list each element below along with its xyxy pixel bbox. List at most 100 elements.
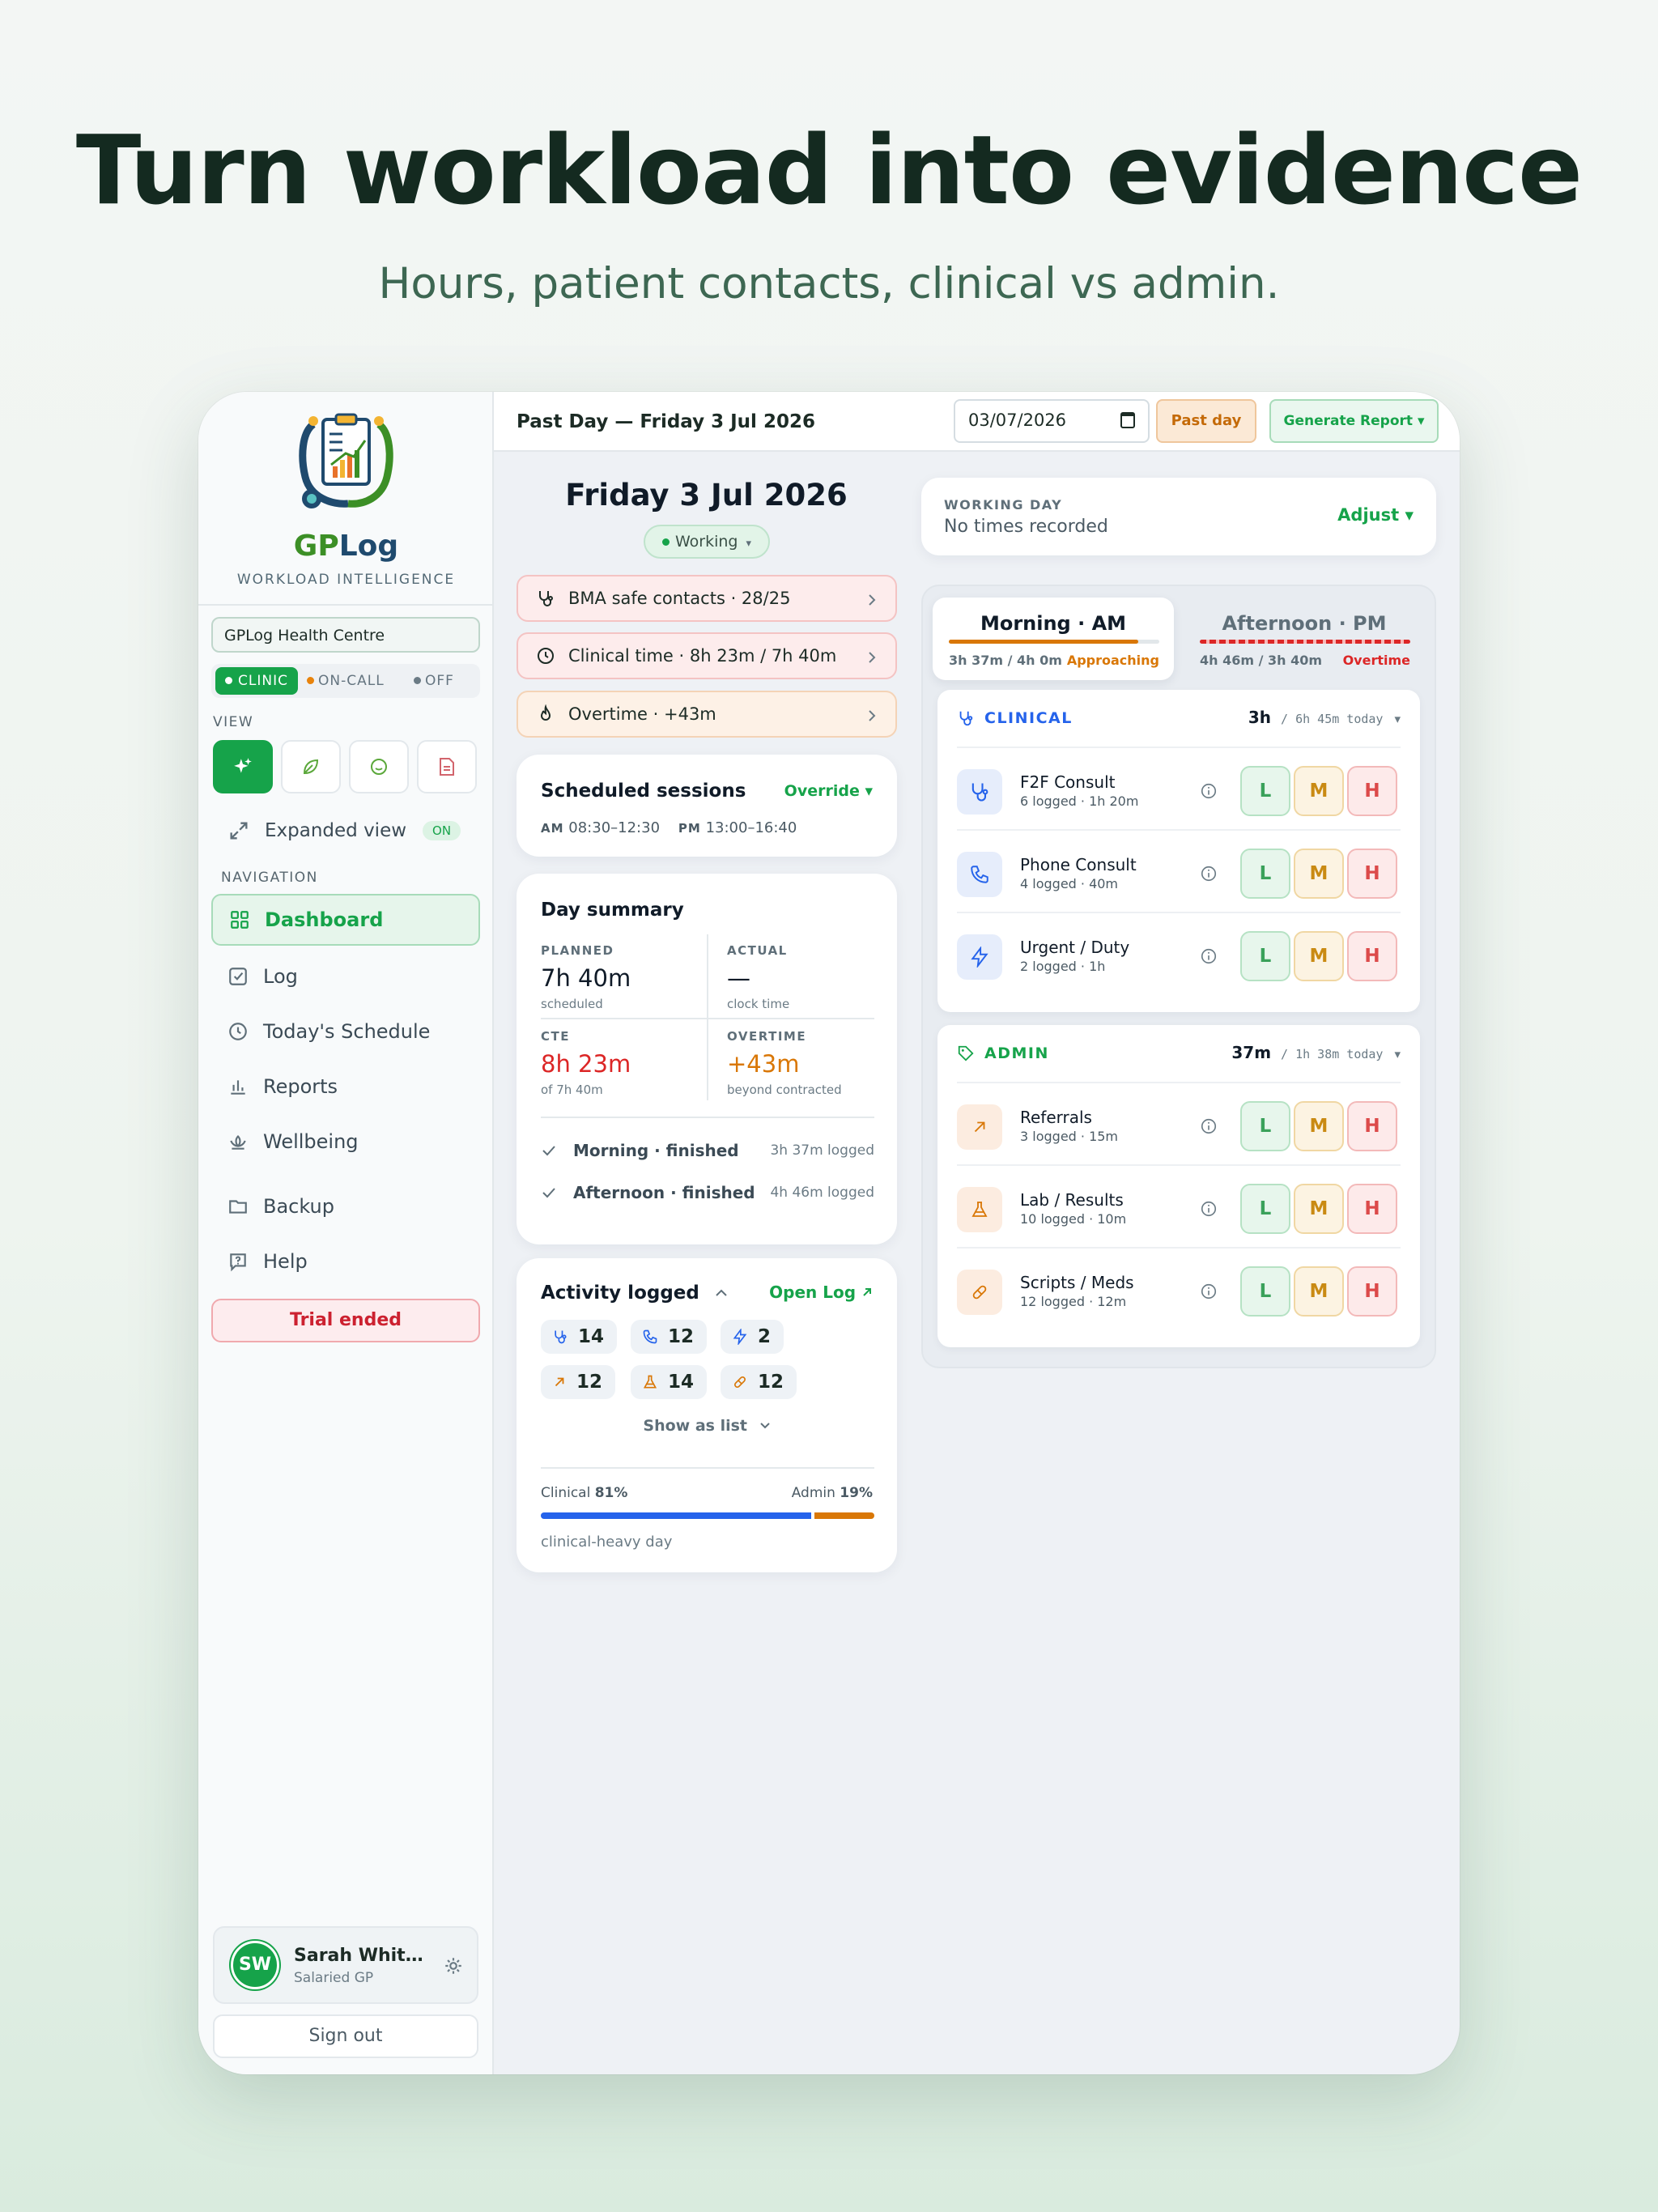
log-medium-button[interactable]: M <box>1294 766 1344 816</box>
log-medium-button[interactable]: M <box>1294 1101 1344 1151</box>
expanded-view-badge: ON <box>423 821 461 840</box>
info-icon[interactable] <box>1200 1283 1218 1300</box>
log-medium-button[interactable]: M <box>1294 931 1344 981</box>
info-icon[interactable] <box>1200 1200 1218 1218</box>
log-medium-button[interactable]: M <box>1294 849 1344 899</box>
lightning-icon <box>733 1329 747 1345</box>
tab-morning-status: Approaching <box>1066 653 1159 668</box>
info-icon[interactable] <box>1200 1117 1218 1135</box>
bar-chart-icon <box>231 1080 245 1095</box>
arrow-up-right-icon <box>555 1377 564 1387</box>
log-low-button[interactable]: L <box>1240 1184 1290 1234</box>
sidebar: GPLog WORKLOAD INTELLIGENCE GPLog Health… <box>198 392 494 2074</box>
adjust-button[interactable]: Adjust ▾ <box>1337 505 1414 525</box>
nav-dashboard[interactable]: Dashboard <box>211 894 480 946</box>
count-chip-lab[interactable]: 14 <box>631 1365 708 1399</box>
info-icon[interactable] <box>1200 782 1218 800</box>
override-button[interactable]: Override ▾ <box>784 782 873 800</box>
date-input[interactable]: 03/07/2026 <box>954 399 1150 443</box>
log-low-button[interactable]: L <box>1240 1266 1290 1317</box>
user-profile-card[interactable]: SW Sarah Whitfi... Salaried GP <box>213 1926 478 2004</box>
user-role: Salaried GP <box>294 1970 374 1986</box>
hero-title: Turn workload into evidence <box>75 114 1583 226</box>
count-chip-referrals[interactable]: 12 <box>541 1365 616 1399</box>
clinical-total: 3h / 6h 45m today ▾ <box>1248 708 1401 727</box>
view-smile-button[interactable] <box>349 740 409 793</box>
activity-row-f2f: F2F Consult 6 logged · 1h 20m L M H <box>957 747 1401 829</box>
admin-title: ADMIN <box>984 1044 1049 1062</box>
overtime-value: +43m <box>727 1050 800 1078</box>
activity-row-referrals: Referrals 3 logged · 15m L M H <box>957 1082 1401 1164</box>
mode-clinic[interactable]: CLINIC <box>215 667 298 695</box>
log-high-button[interactable]: H <box>1347 1266 1397 1317</box>
calendar-icon[interactable] <box>1120 412 1135 428</box>
nav-log[interactable]: Log <box>211 951 480 1002</box>
admin-total: 37m / 1h 38m today ▾ <box>1231 1043 1401 1062</box>
generate-report-button[interactable]: Generate Report ▾ <box>1269 399 1439 443</box>
log-low-button[interactable]: L <box>1240 1101 1290 1151</box>
view-sparkle-button[interactable] <box>213 740 273 793</box>
log-high-button[interactable]: H <box>1347 931 1397 981</box>
user-name: Sarah Whitfi... <box>294 1946 427 1966</box>
admin-share: Admin 19% <box>792 1485 873 1501</box>
log-low-button[interactable]: L <box>1240 931 1290 981</box>
working-day-card: WORKING DAY No times recorded Adjust ▾ <box>921 478 1436 555</box>
view-leaf-button[interactable] <box>281 740 341 793</box>
brand-name: GPLog <box>198 530 494 563</box>
alert-clinical-time[interactable]: Clinical time · 8h 23m / 7h 40m <box>517 632 897 679</box>
log-medium-button[interactable]: M <box>1294 1266 1344 1317</box>
nav-reports[interactable]: Reports <box>211 1061 480 1112</box>
nav-todays-schedule[interactable]: Today's Schedule <box>211 1006 480 1057</box>
tab-afternoon[interactable]: Afternoon · PM 4h 46m / 3h 40m Overtime <box>1184 598 1425 680</box>
chevron-right-icon <box>869 652 876 663</box>
open-log-link[interactable]: Open Log <box>769 1283 873 1302</box>
cte-stat: CTE 8h 23m of 7h 40m <box>541 1029 703 1097</box>
mode-off[interactable]: OFF <box>414 667 454 695</box>
sign-out-button[interactable]: Sign out <box>213 2014 478 2058</box>
nav-wellbeing[interactable]: Wellbeing <box>211 1116 480 1168</box>
navigation-section-label: NAVIGATION <box>221 870 318 886</box>
admin-header[interactable]: ADMIN <box>957 1044 1049 1062</box>
tab-morning-title: Morning · AM <box>980 612 1127 635</box>
mode-clinic-label: CLINIC <box>238 673 288 689</box>
alert-overtime[interactable]: Overtime · +43m <box>517 691 897 738</box>
app-window: GPLog WORKLOAD INTELLIGENCE GPLog Health… <box>198 392 1460 2074</box>
gear-icon[interactable] <box>443 1955 464 1976</box>
count-chip-f2f[interactable]: 14 <box>541 1320 618 1354</box>
working-status-dropdown[interactable]: Working ▾ <box>644 525 770 559</box>
info-icon[interactable] <box>1200 865 1218 883</box>
show-as-list-toggle[interactable]: Show as list <box>517 1417 897 1435</box>
trial-ended-button[interactable]: Trial ended <box>211 1299 480 1342</box>
nav-help[interactable]: Help <box>211 1236 480 1287</box>
past-day-badge[interactable]: Past day <box>1156 399 1256 443</box>
count-chip-scripts[interactable]: 12 <box>721 1365 797 1399</box>
tab-morning[interactable]: Morning · AM 3h 37m / 4h 0m Approaching <box>933 598 1174 680</box>
activity-title-label: Activity logged <box>541 1283 699 1304</box>
clinical-header[interactable]: CLINICAL <box>957 709 1073 727</box>
help-icon <box>230 1253 246 1272</box>
count-chip-phone[interactable]: 12 <box>631 1320 708 1354</box>
log-medium-button[interactable]: M <box>1294 1184 1344 1234</box>
chevron-down-icon[interactable]: ▾ <box>1394 1047 1401 1061</box>
nav-backup[interactable]: Backup <box>211 1180 480 1232</box>
expanded-view-toggle[interactable]: Expanded view ON <box>227 815 487 847</box>
chevron-down-icon[interactable]: ▾ <box>1394 712 1401 726</box>
log-low-button[interactable]: L <box>1240 766 1290 816</box>
brand-gp: GP <box>293 530 339 563</box>
log-high-button[interactable]: H <box>1347 1101 1397 1151</box>
log-low-button[interactable]: L <box>1240 849 1290 899</box>
overtime-stat: OVERTIME +43m beyond contracted <box>727 1029 889 1097</box>
mode-oncall[interactable]: ON-CALL <box>307 667 385 695</box>
view-document-button[interactable] <box>417 740 477 793</box>
activity-title[interactable]: Activity logged <box>541 1283 729 1304</box>
nav-wellbeing-label: Wellbeing <box>263 1130 359 1153</box>
log-high-button[interactable]: H <box>1347 766 1397 816</box>
count-chip-urgent[interactable]: 2 <box>721 1320 784 1354</box>
log-high-button[interactable]: H <box>1347 1184 1397 1234</box>
clinical-share: Clinical 81% <box>541 1485 627 1501</box>
practice-selector[interactable]: GPLog Health Centre <box>211 617 480 653</box>
activity-name: Scripts / Meds <box>1020 1273 1134 1292</box>
info-icon[interactable] <box>1200 947 1218 965</box>
log-high-button[interactable]: H <box>1347 849 1397 899</box>
alert-bma-contacts[interactable]: BMA safe contacts · 28/25 <box>517 575 897 622</box>
